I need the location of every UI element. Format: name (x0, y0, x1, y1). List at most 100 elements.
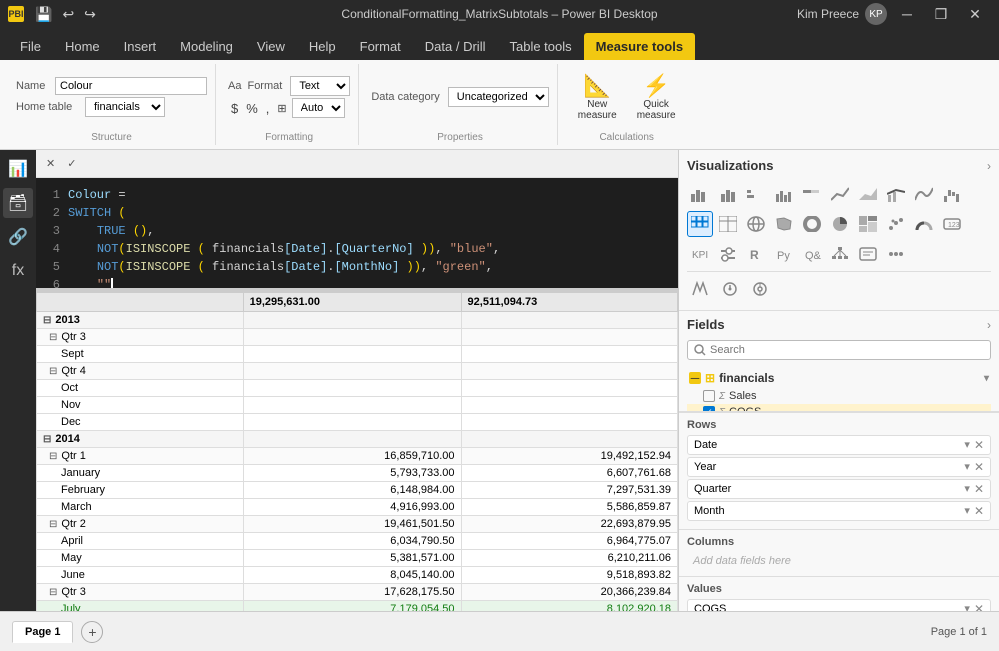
viz-icon-kpi[interactable]: KPI (687, 241, 713, 267)
expand-2014[interactable]: ⊟ (43, 434, 51, 445)
viz-analytics-btn[interactable] (717, 276, 743, 302)
sidebar-data-btn[interactable]: 🗃 (3, 188, 33, 218)
fields-search-input[interactable] (710, 344, 984, 356)
field-section-financials-header[interactable]: ─ ⊞ financials ▾ (687, 368, 991, 388)
columns-well: Columns Add data fields here (679, 529, 999, 576)
redo-button[interactable]: ↪ (81, 6, 99, 23)
viz-icon-area[interactable] (855, 181, 881, 207)
sales-check[interactable] (703, 390, 715, 402)
save-button[interactable]: 💾 (32, 6, 55, 23)
editor-confirm-btn[interactable]: ✓ (63, 155, 80, 172)
name-input[interactable] (55, 77, 207, 95)
sidebar-report-btn[interactable]: 📊 (3, 154, 33, 184)
restore-button[interactable]: ❒ (925, 0, 957, 28)
viz-icon-more[interactable] (883, 241, 909, 267)
viz-icon-r-visual[interactable]: R (743, 241, 769, 267)
viz-icon-slicer[interactable] (715, 241, 741, 267)
expand-2013[interactable]: ⊟ (43, 315, 51, 326)
viz-icon-decomp-tree[interactable] (827, 241, 853, 267)
expand-qtr3b[interactable]: ⊟ (49, 587, 57, 598)
tab-modeling[interactable]: Modeling (168, 33, 245, 60)
viz-icon-qna[interactable]: Q&A (799, 241, 825, 267)
code-editor[interactable]: 1 Colour = 2 SWITCH ( 3 TRUE (), 4 NOT(I… (36, 178, 678, 288)
financials-expand[interactable]: ▾ (984, 373, 989, 384)
viz-format-btn[interactable] (687, 276, 713, 302)
viz-icon-card[interactable]: 123 (939, 211, 965, 237)
viz-icon-ribbon[interactable] (911, 181, 937, 207)
auto-select[interactable]: Auto (292, 98, 345, 118)
viz-icon-table[interactable] (715, 211, 741, 237)
rows-date-chevron[interactable]: ▾ (964, 438, 970, 452)
comma-symbol[interactable]: , (263, 100, 273, 117)
viz-icon-line[interactable] (827, 181, 853, 207)
editor-cancel-btn[interactable]: ✕ (42, 155, 59, 172)
viz-icon-waterfall[interactable] (939, 181, 965, 207)
tab-help[interactable]: Help (297, 33, 348, 60)
tab-home[interactable]: Home (53, 33, 112, 60)
dollar-symbol[interactable]: $ (228, 100, 241, 117)
rows-quarter-remove[interactable]: ✕ (974, 482, 984, 496)
expand-qtr4a[interactable]: ⊟ (49, 366, 57, 377)
tab-file[interactable]: File (8, 33, 53, 60)
viz-icon-column[interactable] (715, 181, 741, 207)
values-cogs-remove[interactable]: ✕ (974, 602, 984, 611)
expand-qtr2[interactable]: ⊟ (49, 519, 57, 530)
viz-icon-clustered-bar[interactable] (743, 181, 769, 207)
expand-qtr3[interactable]: ⊟ (49, 332, 57, 343)
undo-button[interactable]: ↩ (59, 6, 77, 23)
viz-icon-clustered-col[interactable] (771, 181, 797, 207)
rows-year-chevron[interactable]: ▾ (964, 460, 970, 474)
tab-format[interactable]: Format (348, 33, 413, 60)
viz-icon-matrix[interactable] (687, 211, 713, 237)
viz-pane-chevron[interactable]: › (987, 159, 991, 173)
new-measure-button[interactable]: 📐 Newmeasure (570, 69, 625, 125)
field-item-sales[interactable]: Σ Sales (687, 388, 991, 404)
datacategory-select[interactable]: Uncategorized (448, 87, 549, 107)
quick-measure-button[interactable]: ⚡ Quickmeasure (629, 69, 684, 125)
expand-qtr1[interactable]: ⊟ (49, 451, 57, 462)
ribbon-group-formatting: Aa Format Text $ % , ⊞ Auto Formatting (220, 64, 359, 145)
tab-table-tools[interactable]: Table tools (497, 33, 583, 60)
tab-measure-tools[interactable]: Measure tools (584, 33, 695, 60)
viz-icon-map[interactable] (743, 211, 769, 237)
percent-symbol[interactable]: % (243, 100, 261, 117)
viz-icon-smart-narrative[interactable] (855, 241, 881, 267)
close-button[interactable]: ✕ (959, 0, 991, 28)
viz-icon-100bar[interactable] (799, 181, 825, 207)
sidebar-dax-btn[interactable]: fx (3, 256, 33, 286)
minimize-button[interactable]: ─ (891, 0, 923, 28)
viz-icon-gauge[interactable] (911, 211, 937, 237)
fields-chevron[interactable]: › (987, 318, 991, 332)
tab-data-drill[interactable]: Data / Drill (413, 33, 498, 60)
hometable-select[interactable]: financials (85, 97, 165, 117)
format-extra[interactable]: ⊞ (274, 101, 289, 116)
viz-icon-treemap[interactable] (855, 211, 881, 237)
sidebar-model-btn[interactable]: 🔗 (3, 222, 33, 252)
editor-toolbar: ✕ ✓ (36, 150, 678, 178)
user-avatar[interactable]: KP (865, 3, 887, 25)
rows-date-remove[interactable]: ✕ (974, 438, 984, 452)
add-page-button[interactable]: + (81, 621, 103, 643)
rows-year-remove[interactable]: ✕ (974, 460, 984, 474)
data-table-container[interactable]: 19,295,631.00 92,511,094.73 ⊟2013 ⊟Qtr 3 (36, 292, 678, 611)
viz-icon-scatter[interactable] (883, 211, 909, 237)
viz-icon-donut[interactable] (799, 211, 825, 237)
financials-checkbox[interactable]: ─ (689, 372, 701, 384)
tab-insert[interactable]: Insert (112, 33, 169, 60)
rows-month-chevron[interactable]: ▾ (964, 504, 970, 518)
viz-pane-header: Visualizations › (687, 158, 991, 173)
rows-quarter-chevron[interactable]: ▾ (964, 482, 970, 496)
viz-icon-pie[interactable] (827, 211, 853, 237)
page-tab-1[interactable]: Page 1 (12, 621, 73, 643)
rows-month-remove[interactable]: ✕ (974, 504, 984, 518)
values-cogs-chevron[interactable]: ▾ (964, 602, 970, 611)
viz-icon-filled-map[interactable] (771, 211, 797, 237)
viz-fields-btn[interactable] (747, 276, 773, 302)
viz-icon-line-col[interactable] (883, 181, 909, 207)
viz-icon-bar[interactable] (687, 181, 713, 207)
code-line-2: 2 SWITCH ( (44, 204, 670, 222)
viz-icon-python[interactable]: Py (771, 241, 797, 267)
fields-search-box[interactable] (687, 340, 991, 360)
format-select[interactable]: Text (290, 76, 350, 96)
tab-view[interactable]: View (245, 33, 297, 60)
